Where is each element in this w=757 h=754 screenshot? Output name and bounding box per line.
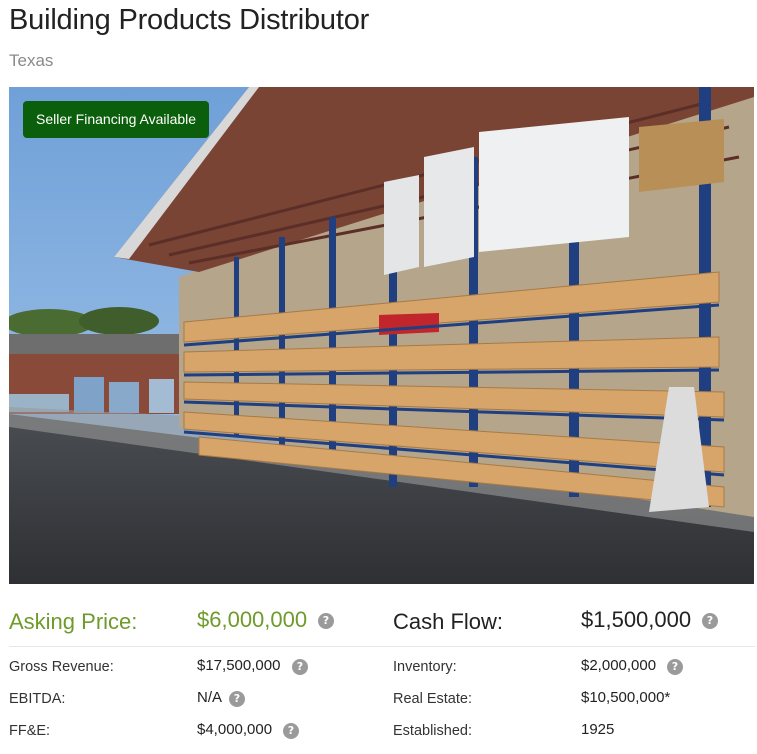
gross-revenue-value: $17,500,000 [197, 657, 281, 674]
gross-revenue-label: Gross Revenue: [9, 659, 114, 675]
established-label: Established: [393, 723, 472, 739]
lumber-yard-image [9, 87, 754, 584]
listing-title: Building Products Distributor [9, 4, 370, 36]
cash-flow-label: Cash Flow: [393, 609, 504, 634]
established-value: 1925 [581, 721, 615, 738]
inventory-value: $2,000,000 [581, 657, 657, 674]
listing-location: Texas [9, 51, 54, 70]
question-circle-icon[interactable]: ? [292, 659, 308, 675]
question-circle-icon[interactable]: ? [283, 723, 299, 739]
section-divider [9, 646, 755, 647]
ffe-label: FF&E: [9, 723, 51, 739]
listing-photo[interactable] [9, 87, 754, 584]
question-circle-icon[interactable]: ? [667, 659, 683, 675]
asking-price-label: Asking Price: [9, 609, 138, 634]
question-circle-icon[interactable]: ? [702, 613, 718, 629]
real-estate-value: $10,500,000* [581, 689, 671, 706]
ebitda-label: EBITDA: [9, 691, 66, 707]
real-estate-label: Real Estate: [393, 691, 472, 707]
inventory-label: Inventory: [393, 659, 457, 675]
ebitda-value: N/A [197, 689, 223, 706]
ffe-value: $4,000,000 [197, 721, 273, 738]
question-circle-icon[interactable]: ? [229, 691, 245, 707]
question-circle-icon[interactable]: ? [318, 613, 334, 629]
asking-price-value: $6,000,000 [197, 607, 308, 632]
cash-flow-value: $1,500,000 [581, 607, 692, 632]
seller-financing-badge[interactable]: Seller Financing Available [23, 101, 210, 138]
